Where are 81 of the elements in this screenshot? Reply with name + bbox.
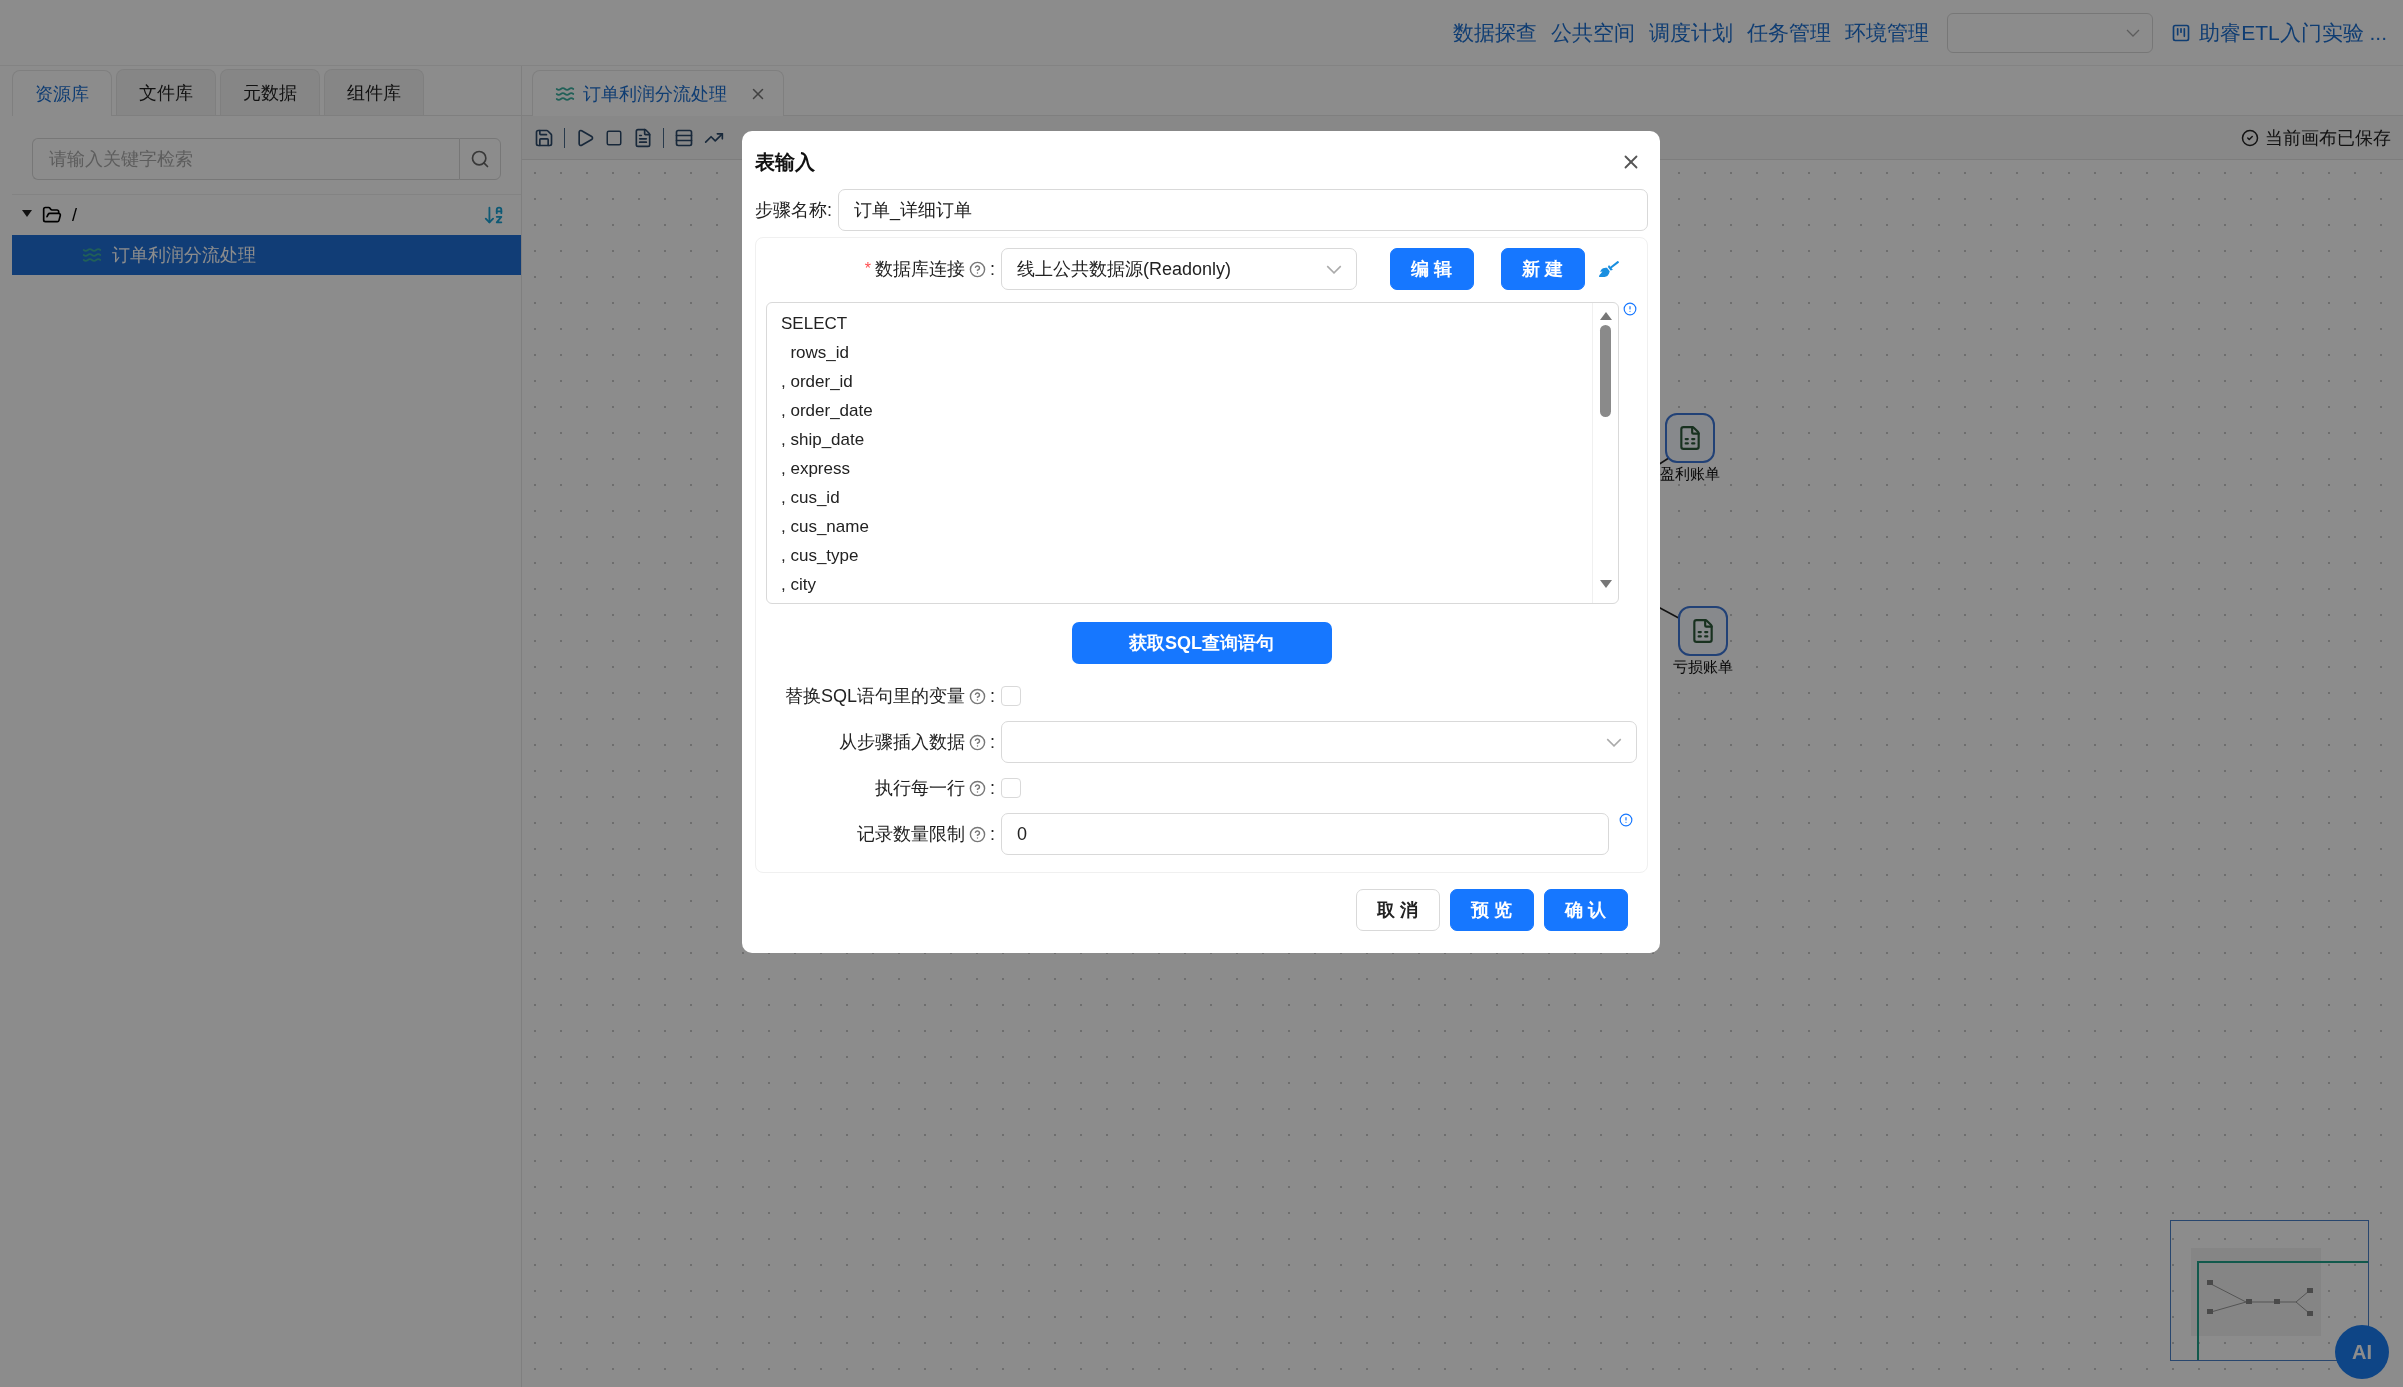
option-label: 执行每一行 <box>875 777 965 800</box>
scroll-up-icon[interactable] <box>1599 311 1612 321</box>
panel-tab[interactable]: 组件库 <box>324 69 424 115</box>
document-icon[interactable] <box>633 127 653 148</box>
kanban-icon <box>2171 22 2192 43</box>
excel-output-icon[interactable] <box>1665 413 1715 463</box>
code-line: , order_id <box>781 371 854 393</box>
code-line: rows_id <box>789 342 851 364</box>
option-label: 从步骤插入数据 <box>839 731 965 754</box>
code-line: , express <box>781 458 851 480</box>
colon: : <box>990 731 995 753</box>
search-icon <box>470 149 490 169</box>
chevron-down-icon <box>1326 264 1342 274</box>
help-icon <box>969 687 986 705</box>
nav-link[interactable]: 公共空间 <box>1551 18 1636 47</box>
code-line: , cus_type <box>781 545 860 567</box>
folder-icon <box>42 205 62 225</box>
check-circle-icon <box>2241 128 2259 147</box>
rows-icon[interactable] <box>674 127 694 148</box>
nav-link[interactable]: 任务管理 <box>1747 18 1832 47</box>
chevron-down-icon <box>1606 737 1622 747</box>
dialog-button[interactable]: 确 认 <box>1544 889 1628 931</box>
ai-button[interactable]: AI <box>2335 1325 2389 1379</box>
play-icon[interactable] <box>575 127 595 148</box>
help-icon <box>969 733 986 751</box>
panel-tab[interactable]: 文件库 <box>116 69 216 115</box>
field-label: 步骤名称: <box>755 199 832 222</box>
help-icon <box>969 825 986 843</box>
scroll-down-icon[interactable] <box>1599 579 1612 589</box>
colon: : <box>990 823 995 845</box>
scrollbar-thumb[interactable] <box>1600 325 1611 417</box>
code-line: , cus_id <box>781 487 841 509</box>
folder-label[interactable]: / <box>72 204 77 226</box>
code-line: , cus_name <box>781 516 870 538</box>
nav-link[interactable]: 环境管理 <box>1845 18 1930 47</box>
connection-select[interactable]: 线上公共数据源(Readonly) <box>1001 248 1357 290</box>
step-name-field[interactable]: 订单_详细订单 <box>838 189 1648 231</box>
colon: : <box>990 777 995 799</box>
code-line: , ship_date <box>781 429 866 451</box>
node-label: 亏损账单 <box>1673 658 1733 677</box>
colon: : <box>990 685 995 707</box>
sort-az-icon[interactable] <box>483 204 505 226</box>
tree-item[interactable]: 订单利润分流处理 <box>12 235 521 275</box>
dialog-button[interactable]: 取 消 <box>1356 889 1440 931</box>
search-button[interactable] <box>459 138 501 180</box>
save-icon[interactable] <box>534 127 554 148</box>
minimap[interactable] <box>2170 1220 2369 1361</box>
get-sql-button[interactable]: 获取SQL查询语句 <box>1071 622 1332 664</box>
code-line: , order_date <box>781 400 874 422</box>
option-label: 替换SQL语句里的变量 <box>784 685 965 708</box>
code-line: SELECT <box>781 313 849 335</box>
info-icon <box>1619 813 1633 827</box>
checkbox[interactable] <box>1001 686 1021 706</box>
nav-link[interactable]: 调度计划 <box>1649 18 1734 47</box>
save-status: 当前画布已保存 <box>2265 126 2391 150</box>
field-label: 数据库连接 <box>875 258 965 281</box>
nav-link[interactable]: 数据探查 <box>1453 18 1538 47</box>
help-icon <box>969 779 986 797</box>
limit-field[interactable]: 0 <box>1001 813 1609 855</box>
broom-icon[interactable] <box>1599 259 1619 279</box>
colon: : <box>990 258 995 280</box>
chevron-down-icon <box>2126 28 2141 37</box>
panel-tab[interactable]: 元数据 <box>220 69 320 115</box>
flow-icon <box>82 245 102 265</box>
dialog-title: 表输入 <box>755 149 815 175</box>
excel-output-icon[interactable] <box>1678 606 1728 656</box>
panel-tab[interactable]: 资源库 <box>12 70 112 116</box>
option-label: 记录数量限制 <box>857 823 965 846</box>
sql-field[interactable]: SELECT rows_id , order_id , order_date , ship_date , express , cus_id , cus_name , cus_type , city <box>766 302 1619 604</box>
node-label: 盈利账单 <box>1660 465 1720 484</box>
editor-tab[interactable]: 订单利润分流处理 <box>532 70 784 116</box>
info-icon <box>1623 302 1637 316</box>
new-button[interactable]: 新 建 <box>1501 248 1585 290</box>
dialog-button[interactable]: 预 览 <box>1450 889 1534 931</box>
edit-button[interactable]: 编 辑 <box>1390 248 1474 290</box>
code-line: , city <box>781 574 817 596</box>
required-mark: * <box>864 260 871 278</box>
help-icon <box>969 260 986 278</box>
stop-icon[interactable] <box>605 128 623 147</box>
project-link[interactable]: 助睿ETL入门实验 ... <box>2171 18 2387 47</box>
checkbox[interactable] <box>1001 778 1021 798</box>
